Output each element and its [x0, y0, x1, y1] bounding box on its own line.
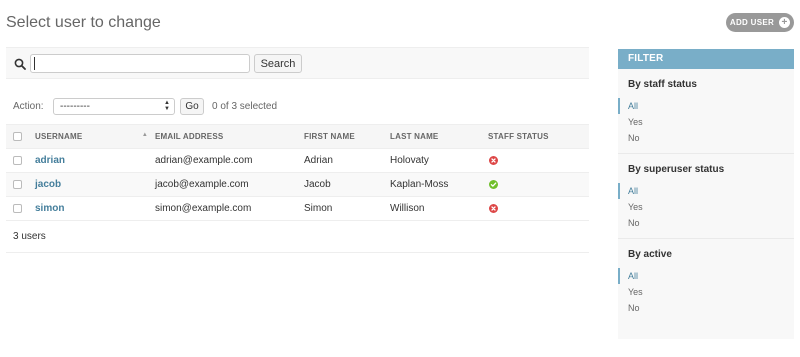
row-checkbox[interactable]	[13, 155, 22, 165]
filter-option-no[interactable]: No	[618, 130, 794, 146]
filter-list-superuser-status: All Yes No	[618, 183, 794, 231]
page-title: Select user to change	[6, 14, 161, 31]
column-header-label: USERNAME	[35, 132, 83, 141]
first-name-cell: Jacob	[304, 172, 390, 197]
select-all-checkbox[interactable]	[13, 132, 22, 142]
last-name-cell: Holovaty	[390, 148, 488, 173]
action-select[interactable]: --------- ▲ ▼	[53, 98, 175, 115]
action-label: Action:	[13, 101, 44, 112]
filter-option-no[interactable]: No	[618, 300, 794, 316]
username-cell: simon	[30, 196, 154, 221]
selected-count: 0 of 3 selected	[212, 101, 278, 112]
username-cell: adrian	[30, 148, 154, 173]
table-row: simon simon@example.com Simon Willison	[6, 196, 589, 221]
email-cell: adrian@example.com	[154, 148, 304, 173]
filter-group-title: By staff status	[628, 79, 697, 90]
first-name-cell: Adrian	[304, 148, 390, 173]
go-button[interactable]: Go	[180, 98, 204, 115]
staff-status-cell	[488, 148, 589, 173]
last-name-cell: Kaplan-Moss	[390, 172, 488, 197]
result-count: 3 users	[6, 221, 589, 253]
username-cell: jacob	[30, 172, 154, 197]
filter-option-all[interactable]: All	[618, 268, 794, 284]
column-header-first-name[interactable]: FIRST NAME	[304, 124, 390, 149]
column-header-staff-status[interactable]: STAFF STATUS	[488, 124, 589, 149]
column-header-username[interactable]: USERNAME ▲	[30, 124, 154, 149]
table-row: jacob jacob@example.com Jacob Kaplan-Mos…	[6, 172, 589, 197]
search-input[interactable]	[30, 54, 250, 73]
filter-group-title: By active	[628, 249, 672, 260]
row-checkbox-cell	[6, 148, 30, 173]
x-icon	[489, 155, 498, 165]
email-cell: simon@example.com	[154, 196, 304, 221]
filter-option-yes[interactable]: Yes	[618, 114, 794, 130]
sort-ascending-icon[interactable]: ▲	[142, 132, 148, 138]
username-link[interactable]: jacob	[35, 179, 61, 190]
search-button[interactable]: Search	[254, 54, 302, 73]
filter-option-no[interactable]: No	[618, 215, 794, 231]
row-checkbox[interactable]	[13, 203, 22, 213]
table-header-row: USERNAME ▲ EMAIL ADDRESS FIRST NAME LAST…	[6, 124, 589, 149]
filter-group-title: By superuser status	[628, 164, 725, 175]
select-arrows-icon: ▲ ▼	[164, 100, 170, 112]
last-name-cell: Willison	[390, 196, 488, 221]
row-checkbox-cell	[6, 196, 30, 221]
filter-option-all[interactable]: All	[618, 183, 794, 199]
username-link[interactable]: simon	[35, 203, 64, 214]
search-icon	[14, 58, 26, 70]
plus-icon: +	[779, 17, 791, 28]
add-user-button[interactable]: ADD USER +	[726, 13, 794, 32]
username-link[interactable]: adrian	[35, 155, 65, 166]
filter-option-yes[interactable]: Yes	[618, 284, 794, 300]
action-select-value: ---------	[60, 101, 90, 112]
table-row: adrian adrian@example.com Adrian Holovat…	[6, 148, 589, 173]
staff-status-cell	[488, 172, 589, 197]
staff-status-cell	[488, 196, 589, 221]
text-caret	[34, 57, 35, 70]
filter-list-staff-status: All Yes No	[618, 98, 794, 146]
check-icon	[489, 179, 498, 189]
filter-option-all[interactable]: All	[618, 98, 794, 114]
column-header-last-name[interactable]: LAST NAME	[390, 124, 488, 149]
filter-list-active: All Yes No	[618, 268, 794, 316]
filter-header: FILTER	[618, 49, 794, 69]
filter-panel: FILTER By staff status All Yes No By sup…	[618, 49, 794, 339]
add-user-label: ADD USER	[729, 18, 775, 27]
filter-option-yes[interactable]: Yes	[618, 199, 794, 215]
select-all-cell	[6, 124, 30, 149]
row-checkbox-cell	[6, 172, 30, 197]
email-cell: jacob@example.com	[154, 172, 304, 197]
x-icon	[489, 203, 498, 213]
first-name-cell: Simon	[304, 196, 390, 221]
search-toolbar: Search	[6, 47, 589, 79]
column-header-email[interactable]: EMAIL ADDRESS	[154, 124, 304, 149]
results-table: USERNAME ▲ EMAIL ADDRESS FIRST NAME LAST…	[6, 124, 589, 221]
row-checkbox[interactable]	[13, 179, 22, 189]
